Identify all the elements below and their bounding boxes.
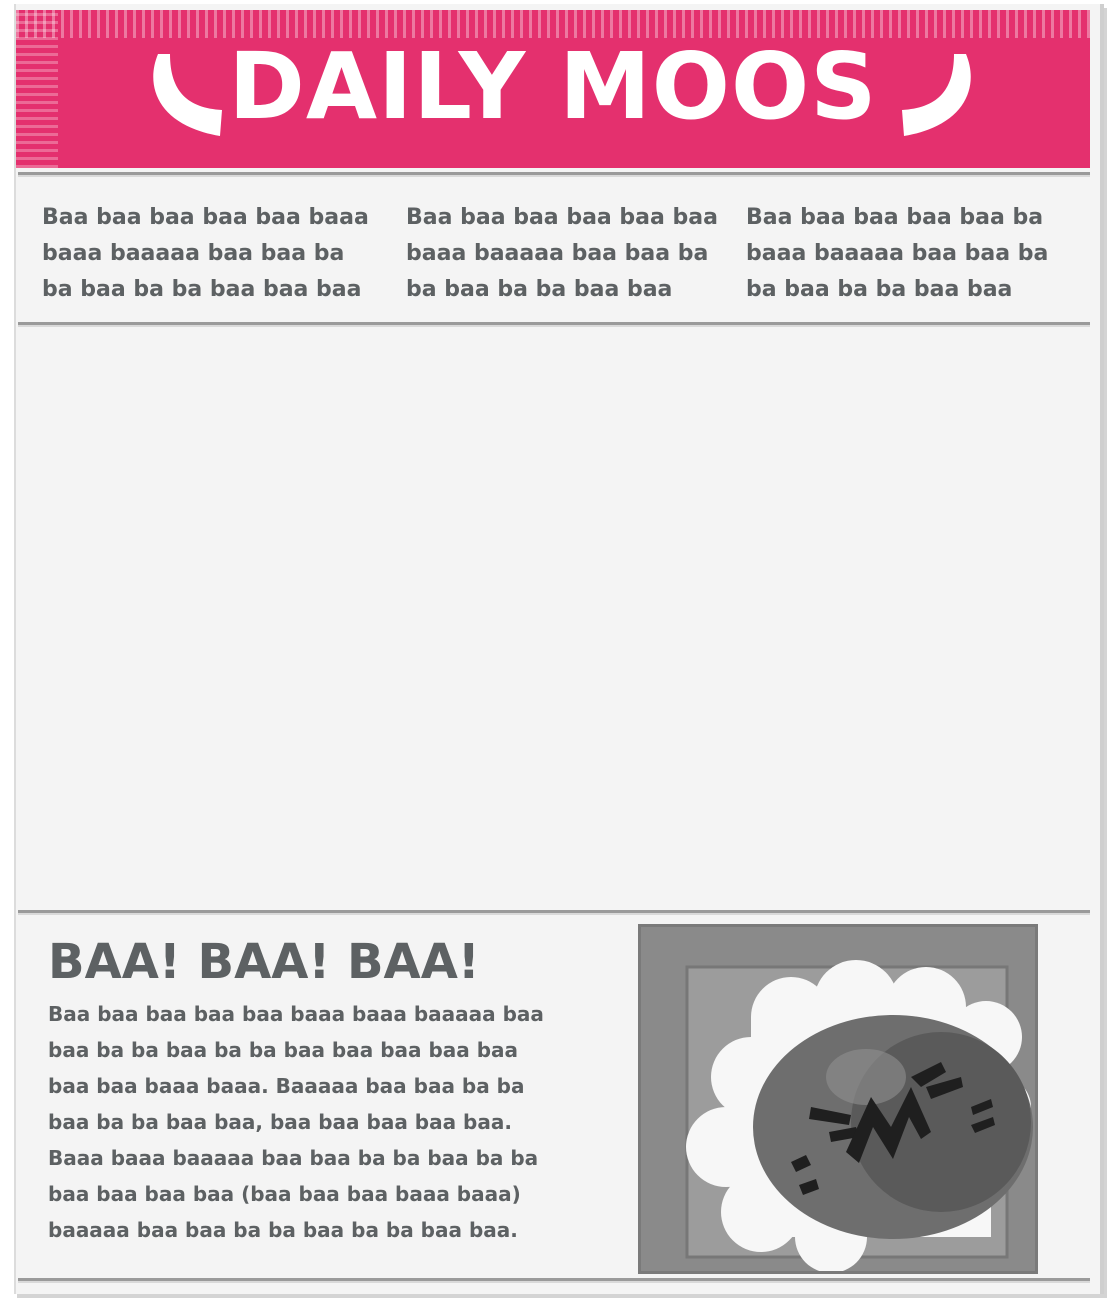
story-body: Baa baa baa baa baa baaa baaa baaaaa baa… [48, 996, 544, 1248]
blank-area [18, 330, 1090, 908]
story-line: baa ba ba baa baa, baa baa baa baa baa. [48, 1110, 512, 1134]
masthead: DAILY MOOS [16, 10, 1090, 168]
columns-bottom-rule [18, 322, 1090, 327]
angry-sheep-icon [641, 927, 1035, 1271]
story-top-rule [18, 910, 1090, 915]
column-line: ba baa ba ba baa baa [406, 277, 673, 302]
top-rule [18, 172, 1090, 177]
story-line: baa baa baa baa (baa baa baa baaa baaa) [48, 1182, 521, 1206]
column-line: ba baa ba ba baa baa [746, 277, 1013, 302]
column-line: Baa baa baa baa baa ba [746, 205, 1044, 230]
bottom-rule [18, 1278, 1090, 1283]
column-3: Baa baa baa baa baa ba baaa baaaaa baa b… [746, 200, 1048, 308]
column-line: baaa baaaaa baa baa ba [42, 241, 345, 266]
story-line: baa ba ba baa ba ba baa baa baa baa baa [48, 1038, 519, 1062]
story-line: Baaa baaa baaaaa baa baa ba ba baa ba ba [48, 1146, 539, 1170]
column-line: ba baa ba ba baa baa baa [42, 277, 362, 302]
column-line: Baa baa baa baa baa baaa [42, 205, 369, 230]
story-line: Baa baa baa baa baa baaa baaa baaaaa baa [48, 1002, 544, 1026]
story-line: baa baa baaa baaa. Baaaaa baa baa ba ba [48, 1074, 525, 1098]
column-1: Baa baa baa baa baa baaa baaa baaaaa baa… [42, 200, 369, 308]
column-2: Baa baa baa baa baa baa baaa baaaaa baa … [406, 200, 718, 308]
column-line: baaa baaaaa baa baa ba [746, 241, 1049, 266]
column-line: baaa baaaaa baa baa ba [406, 241, 709, 266]
story-photo [638, 924, 1038, 1274]
column-line: Baa baa baa baa baa baa [406, 205, 718, 230]
story-line: baaaaa baa baa ba ba baa ba ba baa baa. [48, 1218, 518, 1242]
story-headline: BAA! BAA! BAA! [48, 934, 480, 990]
right-horn-icon [902, 54, 971, 136]
